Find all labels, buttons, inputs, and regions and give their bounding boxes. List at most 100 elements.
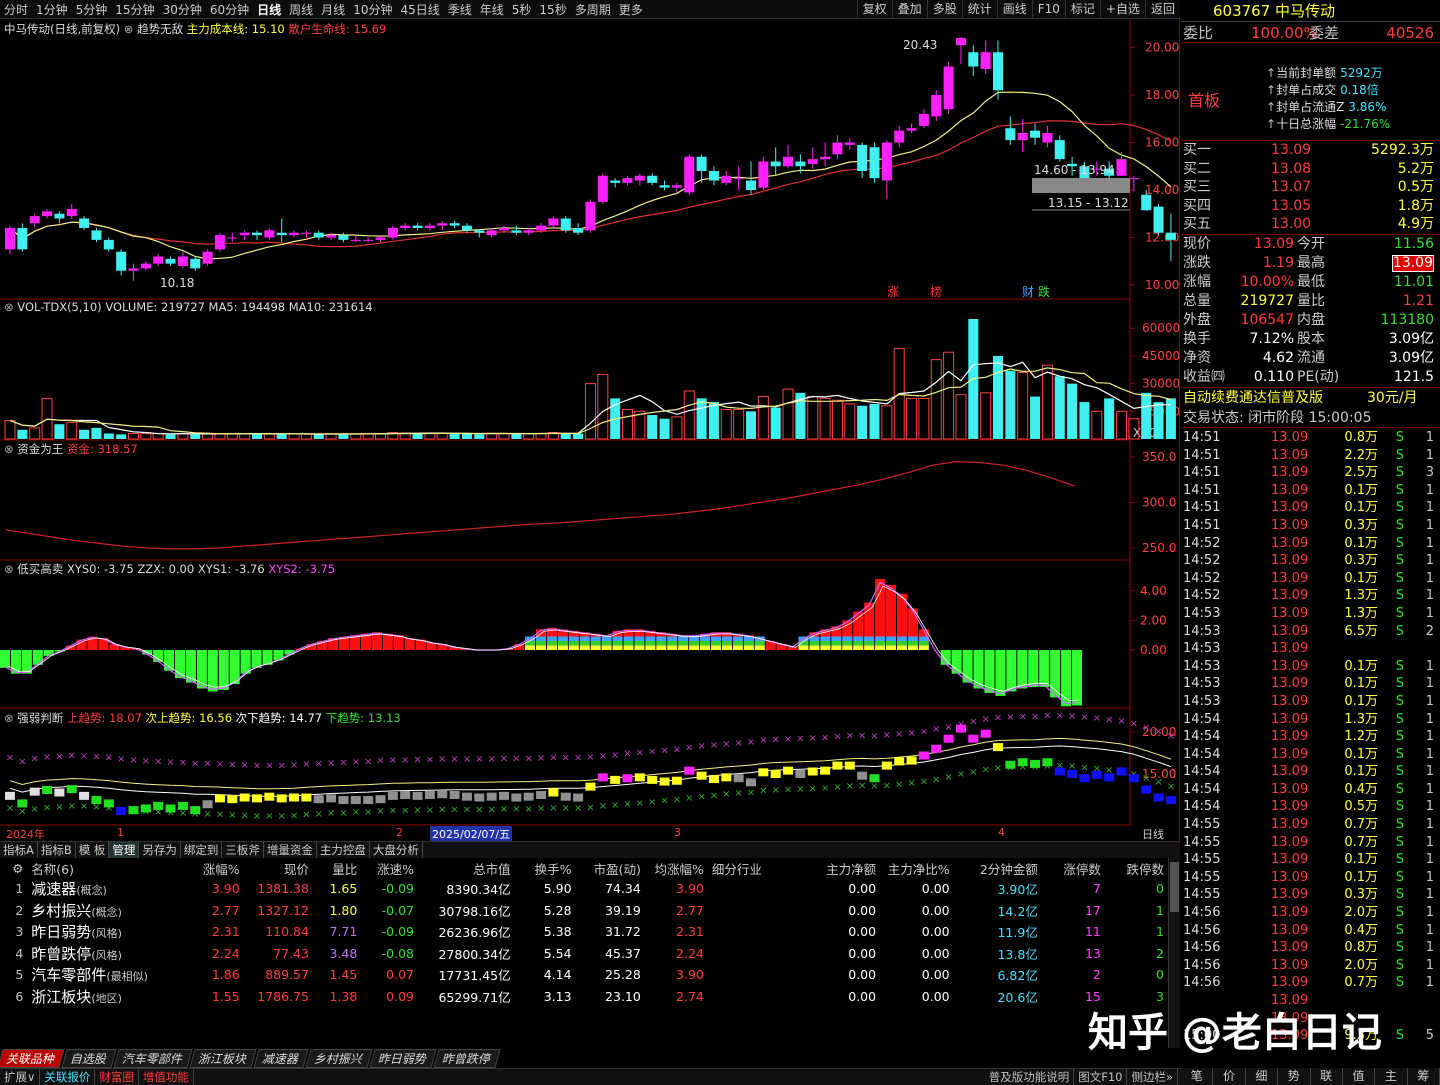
indicator-tab[interactable]: 管理	[109, 842, 140, 858]
tool-button[interactable]: 多股	[926, 0, 962, 18]
column-header[interactable]: 量比	[313, 858, 361, 878]
tool-button[interactable]: 返回	[1144, 0, 1180, 18]
column-header[interactable]: 现价	[244, 858, 313, 878]
status-item[interactable]: 财富圈	[95, 1069, 139, 1085]
column-header[interactable]: 主力净比%	[880, 858, 954, 878]
period-tab[interactable]: 周线	[285, 1, 317, 18]
column-header[interactable]: 涨幅%	[185, 858, 244, 878]
column-header[interactable]: 涨速%	[361, 858, 418, 878]
table-row[interactable]: 6 浙江板块(地区) 1.55 1786.75 1.38 0.09 65299.71亿 3.1…	[0, 986, 1168, 1008]
sector-tab[interactable]: 昨日弱势	[369, 1048, 437, 1068]
quote-tab[interactable]: 主	[1375, 1068, 1408, 1085]
ad-row[interactable]: 自动续费通达信普及版 30元/月	[1181, 387, 1440, 407]
tool-button[interactable]: 统计	[961, 0, 997, 18]
stat-label: 总量	[1183, 293, 1211, 309]
status-item[interactable]: 扩展∨	[0, 1069, 41, 1085]
stock-name-cell[interactable]: 乡村振兴(概念)	[27, 900, 185, 922]
period-tab[interactable]: 年线	[476, 1, 508, 18]
tool-button[interactable]: 复权	[856, 0, 892, 18]
column-header[interactable]: 总市值	[418, 858, 515, 878]
tick-side: S	[1395, 447, 1404, 463]
column-header[interactable]: 市盈(动)	[576, 858, 645, 878]
period-tab[interactable]: 45日线	[396, 1, 443, 18]
tool-button[interactable]: F10	[1031, 0, 1065, 18]
period-tab[interactable]: 5秒	[508, 1, 536, 18]
period-tab[interactable]: 10分钟	[349, 1, 396, 18]
table-row[interactable]: 4 昨曾跌停(风格) 2.24 77.43 3.48 -0.08 27800.34亿 5.54…	[0, 943, 1168, 965]
period-tab[interactable]: 15分钟	[111, 1, 158, 18]
indicator-tab[interactable]: 指标B	[38, 842, 76, 858]
arrow-icon: ↑	[1266, 83, 1277, 97]
stock-name-cell[interactable]: 昨日弱势(风格)	[27, 921, 185, 943]
column-header[interactable]: 均涨幅%	[645, 858, 708, 878]
lowbuy-bar-segment	[667, 645, 678, 650]
quote-tab[interactable]: 细	[1245, 1068, 1279, 1085]
stock-name-cell[interactable]: 减速器(概念)	[27, 878, 185, 900]
column-header[interactable]: 主力净额	[796, 858, 880, 878]
quote-tab[interactable]: 筹	[1407, 1068, 1440, 1085]
sector-tab[interactable]: 浙江板块	[189, 1048, 257, 1068]
period-tab[interactable]: 分时	[0, 1, 32, 18]
table-row[interactable]: 3 昨日弱势(风格) 2.31 110.84 7.71 -0.09 26236.96亿 5.3…	[0, 921, 1168, 943]
table-row[interactable]: 2 乡村振兴(概念) 2.77 1327.12 1.80 -0.07 30798.16亿 5.…	[0, 900, 1168, 922]
indicator-tab[interactable]: 另存为	[139, 842, 181, 858]
indicator-tab[interactable]: 三板斧	[222, 842, 264, 858]
related-table[interactable]: ⚙ 名称(6) 涨幅% 现价 量比 涨速% 总市值 换手% 市盈(动) 均涨幅% 细分行业 主力净额主…	[0, 858, 1168, 1048]
status-link[interactable]: 侧边栏»	[1127, 1069, 1178, 1085]
period-tab[interactable]: 1分钟	[32, 1, 72, 18]
column-header[interactable]: 名称(6)	[27, 858, 185, 878]
table-cell: 0	[1156, 881, 1164, 897]
column-header[interactable]: 细分行业	[708, 858, 796, 878]
sector-tab[interactable]: 自选股	[61, 1048, 117, 1068]
stock-name-cell[interactable]: 汽车零部件(最相似)	[27, 964, 185, 986]
column-header[interactable]: 换手%	[515, 858, 576, 878]
sector-tab[interactable]: 乡村振兴	[305, 1048, 373, 1068]
chart-area[interactable]: 中马传动(日线,前复权) ⊗ 趋势无敌 主力成本线: 15.10 散户生命线: …	[0, 19, 1180, 841]
tool-button[interactable]: 画线	[996, 0, 1032, 18]
tool-button[interactable]: 标记	[1064, 0, 1100, 18]
sector-tab[interactable]: 汽车零部件	[113, 1048, 193, 1068]
quote-tab[interactable]: 值	[1342, 1068, 1376, 1085]
sector-tab[interactable]: 关联品种	[0, 1048, 65, 1068]
settings-icon[interactable]: ⚙	[0, 858, 27, 878]
status-link[interactable]: 图文F10	[1074, 1069, 1128, 1085]
period-tab[interactable]: 30分钟	[159, 1, 206, 18]
tool-button[interactable]: +自选	[1099, 0, 1145, 18]
period-tab[interactable]: 15秒	[535, 1, 570, 18]
quote-tab[interactable]: 联	[1310, 1068, 1343, 1085]
indicator-tab[interactable]: 模 板	[76, 842, 110, 858]
upper-trend-mark: ×	[734, 738, 742, 749]
upper-trend-mark: ×	[994, 712, 1002, 723]
table-row[interactable]: 5 汽车零部件(最相似) 1.86 889.57 1.45 0.07 17731.45亿 4.…	[0, 964, 1168, 986]
status-item[interactable]: 增值功能	[139, 1069, 194, 1085]
indicator-tab[interactable]: 绑定到	[181, 842, 223, 858]
period-tab[interactable]: 日线	[253, 1, 285, 18]
status-link[interactable]: 普及版功能说明	[985, 1069, 1075, 1085]
quote-tab[interactable]: 价	[1213, 1068, 1246, 1085]
stock-name-cell[interactable]: 昨曾跌停(风格)	[27, 943, 185, 965]
period-tab[interactable]: 季线	[444, 1, 476, 18]
tick-list[interactable]: 14:51 13.09 0.8万 S 1 14:51 13.09 2.2万 S 1 14:51 13.…	[1181, 429, 1440, 1045]
tool-button[interactable]: 叠加	[891, 0, 927, 18]
indicator-tab[interactable]: 指标A	[0, 842, 38, 858]
period-tab[interactable]: 60分钟	[206, 1, 253, 18]
indicator-tab[interactable]: 增量资金	[264, 842, 317, 858]
indicator-tab[interactable]: 大盘分析	[370, 842, 423, 858]
stock-name-cell[interactable]: 浙江板块(地区)	[27, 986, 185, 1008]
candle-body	[140, 263, 151, 269]
period-tab[interactable]: 月线	[317, 1, 349, 18]
period-tab[interactable]: 多周期	[571, 1, 615, 18]
indicator-tab[interactable]: 主力控盘	[317, 842, 370, 858]
column-header[interactable]: 涨停数	[1042, 858, 1105, 878]
period-tab[interactable]: 5分钟	[72, 1, 112, 18]
period-tab[interactable]: 更多	[615, 1, 647, 18]
quote-tab[interactable]: 笔	[1181, 1068, 1214, 1085]
bid-volume: 0.5万	[1397, 179, 1434, 196]
sector-tab[interactable]: 减速器	[253, 1048, 309, 1068]
column-header[interactable]: 2分钟金额	[954, 858, 1042, 878]
sector-tab[interactable]: 昨曾跌停	[433, 1048, 501, 1068]
column-header[interactable]: 跌停数	[1105, 858, 1168, 878]
table-row[interactable]: 1 减速器(概念) 3.90 1381.38 1.65 -0.09 8390.34亿 5.90…	[0, 878, 1168, 900]
quote-tab[interactable]: 势	[1278, 1068, 1311, 1085]
status-item[interactable]: 关联报价	[40, 1069, 96, 1085]
